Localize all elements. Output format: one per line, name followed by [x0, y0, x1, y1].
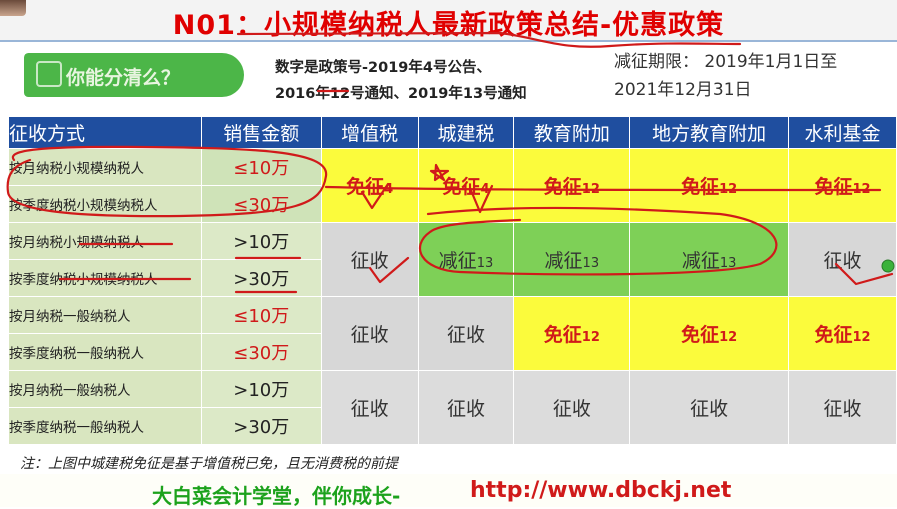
table-row: 按月纳税一般纳税人 ≤10万 征收 征收 免征12 免征12 免征12 — [8, 296, 897, 371]
row-amount: >10万 — [200, 370, 322, 408]
row-type: 按季度纳税一般纳税人 — [8, 407, 202, 445]
policy-note: 数字是政策号-2019年4号公告、 2016年12号通知、2019年13号通知 — [275, 55, 575, 107]
reduction-period-line1: 减征期限： 2019年1月1日至 — [614, 52, 838, 72]
row-amount: >10万 — [200, 222, 322, 260]
row-type: 按月纳税小规模纳税人 — [8, 222, 202, 260]
cell-local-education: 征收 — [629, 370, 790, 445]
cell-vat: 免征4 — [320, 148, 419, 223]
header-vat: 增值税 — [320, 116, 419, 149]
footnote: 注：上图中城建税免征是基于增值税已免，且无消费税的前提 — [20, 456, 398, 472]
row-type: 按月纳税一般纳税人 — [8, 370, 202, 408]
question-banner: 你能分清么？ — [24, 53, 244, 97]
table-row: 按月纳税小规模纳税人 >10万 征收 减征13 减征13 减征13 征收 — [8, 222, 897, 297]
cell-local-education: 免征12 — [629, 148, 790, 223]
header-urban-tax: 城建税 — [417, 116, 515, 149]
row-type: 按季度纳税小规模纳税人 — [8, 259, 202, 297]
policy-note-line2: 2016年12号通知、2019年13号通知 — [275, 86, 527, 102]
cell-vat: 征收 — [320, 370, 419, 445]
policy-note-line1: 数字是政策号-2019年4号公告、 — [275, 60, 491, 76]
row-amount: >30万 — [200, 259, 322, 297]
cell-urban-tax: 减征13 — [417, 222, 515, 297]
reduction-period: 减征期限： 2019年1月1日至 2021年12月31日 — [614, 48, 897, 104]
cell-urban-tax: 免征4 — [417, 148, 515, 223]
cell-water-fund: 征收 — [788, 370, 897, 445]
table-row: 按月纳税小规模纳税人 ≤10万 免征4 免征4 免征12 免征12 免征12 — [8, 148, 897, 223]
header-education-surcharge: 教育附加 — [513, 116, 631, 149]
cell-education: 减征13 — [513, 222, 631, 297]
row-amount: >30万 — [200, 407, 322, 445]
table-header-row: 征收方式 销售金额 增值税 城建税 教育附加 地方教育附加 水利基金 — [8, 116, 897, 149]
cell-education: 征收 — [513, 370, 631, 445]
slide-title: N01：小规模纳税人最新政策总结-优惠政策 — [172, 10, 725, 41]
cell-vat: 征收 — [320, 296, 419, 371]
row-type: 按月纳税小规模纳税人 — [8, 148, 202, 186]
row-type: 按季度纳税小规模纳税人 — [8, 185, 202, 223]
header-collection-method: 征收方式 — [8, 116, 202, 149]
table-row: 按月纳税一般纳税人 >10万 征收 征收 征收 征收 征收 — [8, 370, 897, 445]
chat-icon — [36, 61, 62, 87]
cell-vat: 征收 — [320, 222, 419, 297]
footer-bar — [0, 474, 897, 507]
cell-water-fund: 免征12 — [788, 296, 897, 371]
cell-water-fund: 免征12 — [788, 148, 897, 223]
cell-education: 免征12 — [513, 296, 631, 371]
row-amount: ≤10万 — [200, 148, 322, 186]
row-type: 按季度纳税一般纳税人 — [8, 333, 202, 371]
header-sales-amount: 销售金额 — [200, 116, 322, 149]
cell-urban-tax: 征收 — [417, 296, 515, 371]
row-amount: ≤30万 — [200, 333, 322, 371]
row-type: 按月纳税一般纳税人 — [8, 296, 202, 334]
header-local-education-surcharge: 地方教育附加 — [629, 116, 790, 149]
reduction-period-line2: 2021年12月31日 — [614, 80, 752, 100]
tax-policy-table: 征收方式 销售金额 增值税 城建税 教育附加 地方教育附加 水利基金 按月纳税小… — [8, 116, 897, 445]
row-amount: ≤30万 — [200, 185, 322, 223]
cell-local-education: 减征13 — [629, 222, 790, 297]
footer-slogan: 大白菜会计学堂，伴你成长- — [152, 484, 401, 508]
footer-url-link[interactable]: http://www.dbckj.net — [470, 478, 731, 503]
header-water-fund: 水利基金 — [788, 116, 897, 149]
banner-text: 你能分清么？ — [66, 67, 181, 89]
cell-water-fund: 征收 — [788, 222, 897, 297]
cell-education: 免征12 — [513, 148, 631, 223]
cell-urban-tax: 征收 — [417, 370, 515, 445]
title-divider — [0, 40, 897, 42]
row-amount: ≤10万 — [200, 296, 322, 334]
cell-local-education: 免征12 — [629, 296, 790, 371]
